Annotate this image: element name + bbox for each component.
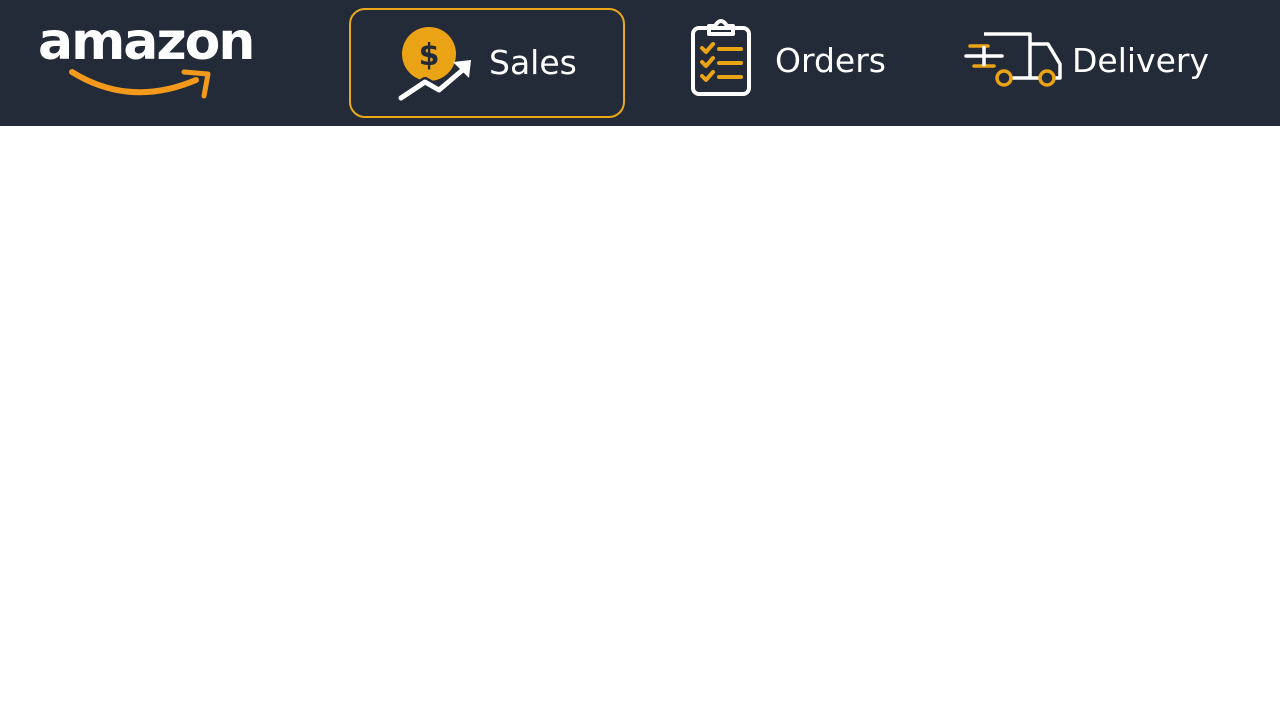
main-content-area: [0, 126, 1280, 720]
tab-sales-label: Sales: [489, 43, 577, 82]
amazon-logo[interactable]: amazon: [38, 16, 258, 102]
svg-text:$: $: [419, 38, 440, 73]
tab-orders[interactable]: Orders: [675, 8, 895, 118]
clipboard-checklist-icon: [691, 19, 751, 96]
tab-sales[interactable]: $ Sales: [349, 8, 625, 118]
tab-delivery[interactable]: Delivery: [960, 8, 1210, 118]
amazon-smile-arrow-icon: [69, 69, 211, 99]
delivery-truck-icon: [964, 32, 1062, 87]
tab-delivery-label: Delivery: [1072, 41, 1209, 80]
top-navigation-bar: amazon $ Sales Orders Delivery: [0, 0, 1280, 126]
sales-growth-icon: $: [396, 27, 472, 103]
tab-orders-label: Orders: [775, 41, 886, 80]
amazon-wordmark: amazon: [38, 12, 255, 72]
